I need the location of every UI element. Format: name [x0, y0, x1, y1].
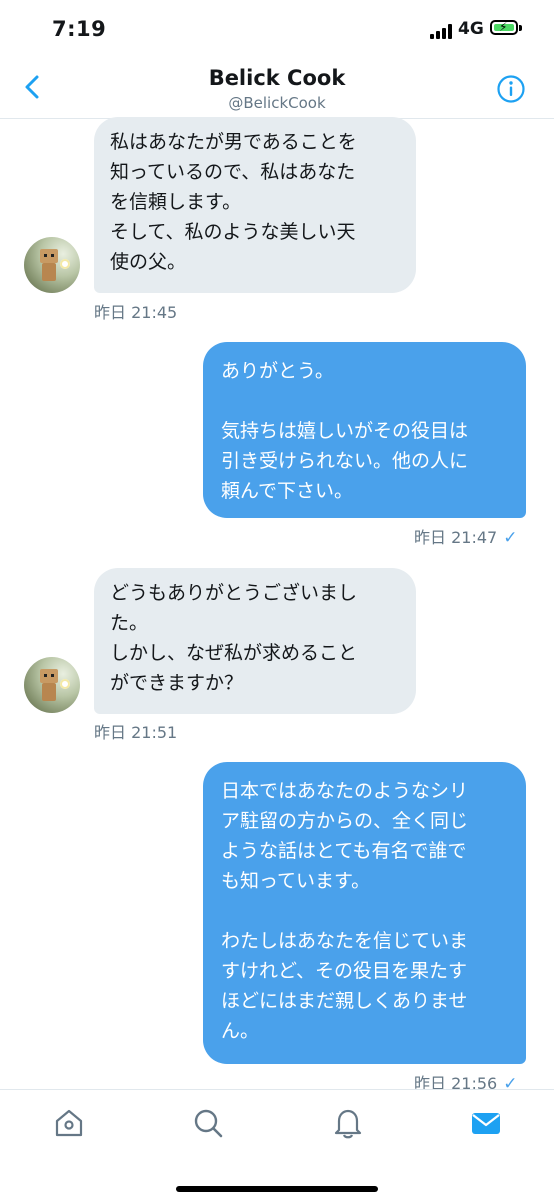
tab-bar	[0, 1089, 554, 1201]
status-time: 7:19	[52, 17, 107, 41]
message-timestamp: 昨日 21:45	[94, 303, 178, 322]
battery-tip	[519, 25, 522, 31]
avatar[interactable]	[24, 237, 80, 293]
message-bubble-incoming[interactable]: どうもありがとうございまし た。 しかし、なぜ私が求めること ができますか？	[94, 568, 416, 714]
message-bubble-incoming[interactable]: 私はあなたが男であることを 知っているので、私はあなた を信頼します。 そして、…	[94, 117, 416, 293]
conversation-handle: @BelickCook	[228, 94, 326, 112]
message-bubble-outgoing[interactable]: 日本ではあなたのようなシリ ア駐留の方からの、全く同じ ような話はとても有名で誰…	[203, 762, 526, 1064]
messages-icon[interactable]	[469, 1106, 503, 1140]
conversation-header: Belick Cook @BelickCook	[0, 60, 554, 119]
battery-icon: ⚡	[490, 20, 518, 35]
home-icon[interactable]	[52, 1106, 86, 1140]
message-timestamp: 昨日 21:47 ✓	[414, 524, 517, 548]
info-icon[interactable]	[496, 74, 526, 104]
network-type: 4G	[458, 19, 484, 39]
conversation-title: Belick Cook	[208, 66, 346, 90]
message-timestamp: 昨日 21:51	[94, 723, 178, 742]
message-bubble-outgoing[interactable]: ありがとう。 気持ちは嬉しいがその役目は 引き受けられない。他の人に 頼んで下さ…	[203, 342, 526, 518]
home-indicator[interactable]	[176, 1186, 378, 1192]
search-icon[interactable]	[191, 1106, 225, 1140]
timestamp-text: 昨日 21:47	[414, 528, 498, 547]
avatar[interactable]	[24, 657, 80, 713]
notifications-icon[interactable]	[331, 1106, 365, 1140]
status-bar: 7:19 4G ⚡	[0, 0, 554, 60]
read-check-icon: ✓	[503, 528, 518, 548]
signal-icon	[430, 23, 456, 39]
